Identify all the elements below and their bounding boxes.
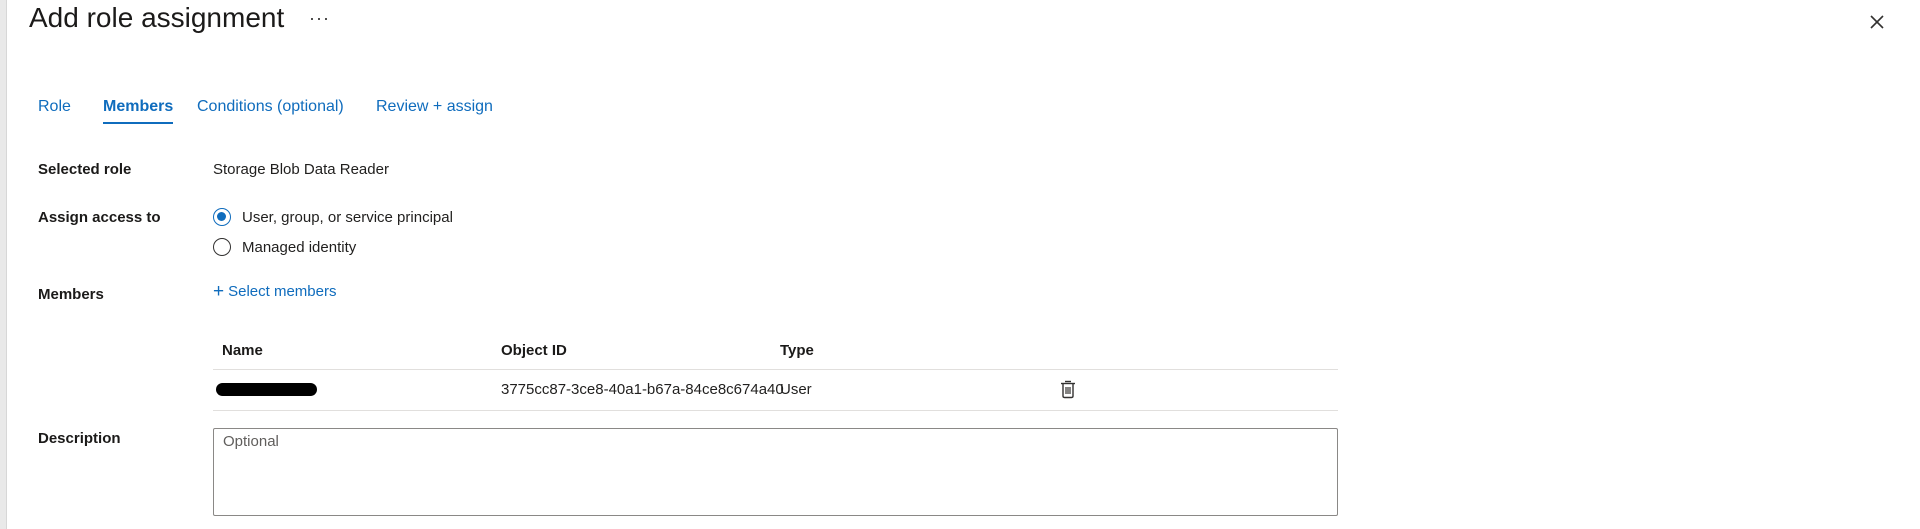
radio-button[interactable]: [213, 238, 231, 256]
member-object-id: 3775cc87-3ce8-40a1-b67a-84ce8c674a40: [501, 381, 784, 398]
tab-role[interactable]: Role: [38, 98, 71, 124]
page-title: Add role assignment: [29, 2, 285, 33]
role-assignment-panel: Add role assignment ··· Role Members Con…: [6, 0, 1920, 529]
radio-user-group-sp[interactable]: User, group, or service principal: [213, 206, 453, 228]
assign-access-label: Assign access to: [38, 209, 161, 226]
table-header: Name Object ID Type: [213, 336, 1338, 370]
tab-members[interactable]: Members: [103, 98, 174, 124]
radio-label: User, group, or service principal: [242, 208, 453, 226]
tab-conditions[interactable]: Conditions (optional): [197, 98, 344, 124]
select-members-link[interactable]: + Select members: [213, 281, 337, 302]
member-type: User: [780, 381, 812, 398]
more-options-button[interactable]: ···: [309, 8, 330, 29]
members-label: Members: [38, 286, 104, 303]
tab-review-assign[interactable]: Review + assign: [376, 98, 493, 124]
radio-label: Managed identity: [242, 238, 357, 256]
selected-role-value: Storage Blob Data Reader: [213, 161, 389, 178]
trash-icon[interactable]: [1059, 379, 1077, 399]
column-header-type: Type: [780, 342, 814, 359]
column-header-object-id: Object ID: [501, 342, 567, 359]
selected-role-label: Selected role: [38, 161, 132, 178]
close-icon[interactable]: [1865, 10, 1889, 34]
radio-button-checked[interactable]: [213, 208, 231, 226]
table-row: 3775cc87-3ce8-40a1-b67a-84ce8c674a40 Use…: [213, 370, 1338, 411]
redacted-member-name: [216, 383, 317, 396]
description-field[interactable]: [213, 428, 1338, 516]
plus-icon: +: [213, 281, 225, 302]
radio-managed-identity[interactable]: Managed identity: [213, 236, 356, 258]
select-members-text: Select members: [228, 283, 337, 300]
column-header-name: Name: [222, 342, 263, 359]
description-label: Description: [38, 430, 121, 447]
